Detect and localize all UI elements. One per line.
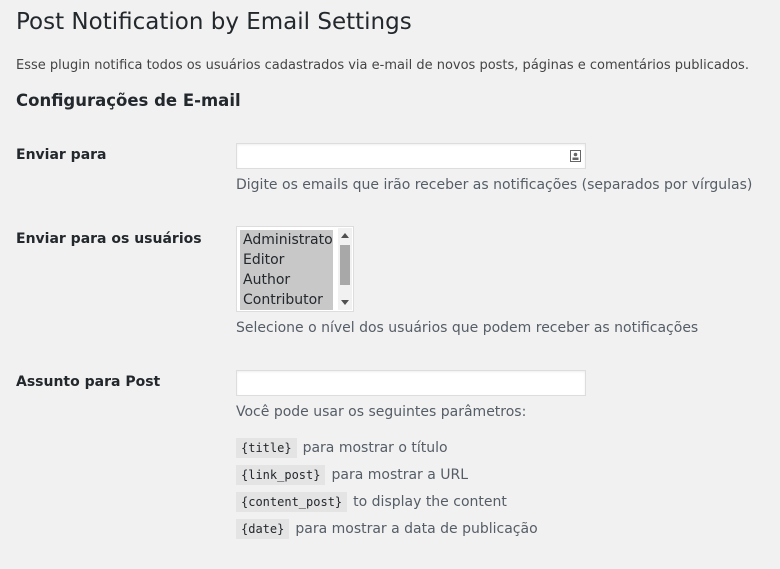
param-text: para mostrar a data de publicação bbox=[295, 521, 538, 537]
listbox-scrollbar[interactable] bbox=[338, 228, 352, 310]
send-to-users-description: Selecione o nível dos usuários que podem… bbox=[236, 320, 699, 336]
param-row-title: {title} para mostrar o título bbox=[236, 437, 448, 459]
param-code: {content_post} bbox=[236, 492, 348, 512]
send-to-label: Enviar para bbox=[16, 147, 107, 163]
scroll-down-arrow-icon[interactable] bbox=[341, 300, 349, 305]
option-contributor[interactable]: Contributor bbox=[240, 290, 333, 310]
scroll-up-arrow-icon[interactable] bbox=[341, 233, 349, 238]
scroll-thumb[interactable] bbox=[340, 245, 350, 285]
param-row-date: {date} para mostrar a data de publicação bbox=[236, 518, 538, 540]
param-row-content-post: {content_post} to display the content bbox=[236, 491, 507, 513]
param-code: {date} bbox=[236, 519, 290, 539]
option-author[interactable]: Author bbox=[240, 270, 333, 290]
user-roles-listbox[interactable]: Administrator Editor Author Contributor bbox=[236, 226, 354, 312]
page-title: Post Notification by Email Settings bbox=[16, 9, 412, 35]
send-to-users-label: Enviar para os usuários bbox=[16, 231, 202, 247]
section-title: Configurações de E-mail bbox=[16, 91, 241, 110]
contact-card-icon[interactable] bbox=[570, 150, 581, 162]
param-row-link-post: {link_post} para mostrar a URL bbox=[236, 464, 468, 486]
user-roles-options: Administrator Editor Author Contributor bbox=[240, 230, 333, 310]
option-editor[interactable]: Editor bbox=[240, 250, 333, 270]
option-administrator[interactable]: Administrator bbox=[240, 230, 333, 250]
param-text: para mostrar o título bbox=[302, 440, 448, 456]
send-to-description: Digite os emails que irão receber as not… bbox=[236, 177, 753, 193]
post-subject-description: Você pode usar os seguintes parâmetros: bbox=[236, 404, 527, 420]
param-text: para mostrar a URL bbox=[331, 467, 469, 483]
send-to-input[interactable] bbox=[236, 143, 586, 169]
param-code: {link_post} bbox=[236, 465, 326, 485]
param-text: to display the content bbox=[353, 494, 507, 510]
param-code: {title} bbox=[236, 438, 297, 458]
post-subject-input[interactable] bbox=[236, 370, 586, 396]
post-subject-label: Assunto para Post bbox=[16, 374, 161, 390]
intro-text: Esse plugin notifica todos os usuários c… bbox=[16, 58, 749, 73]
